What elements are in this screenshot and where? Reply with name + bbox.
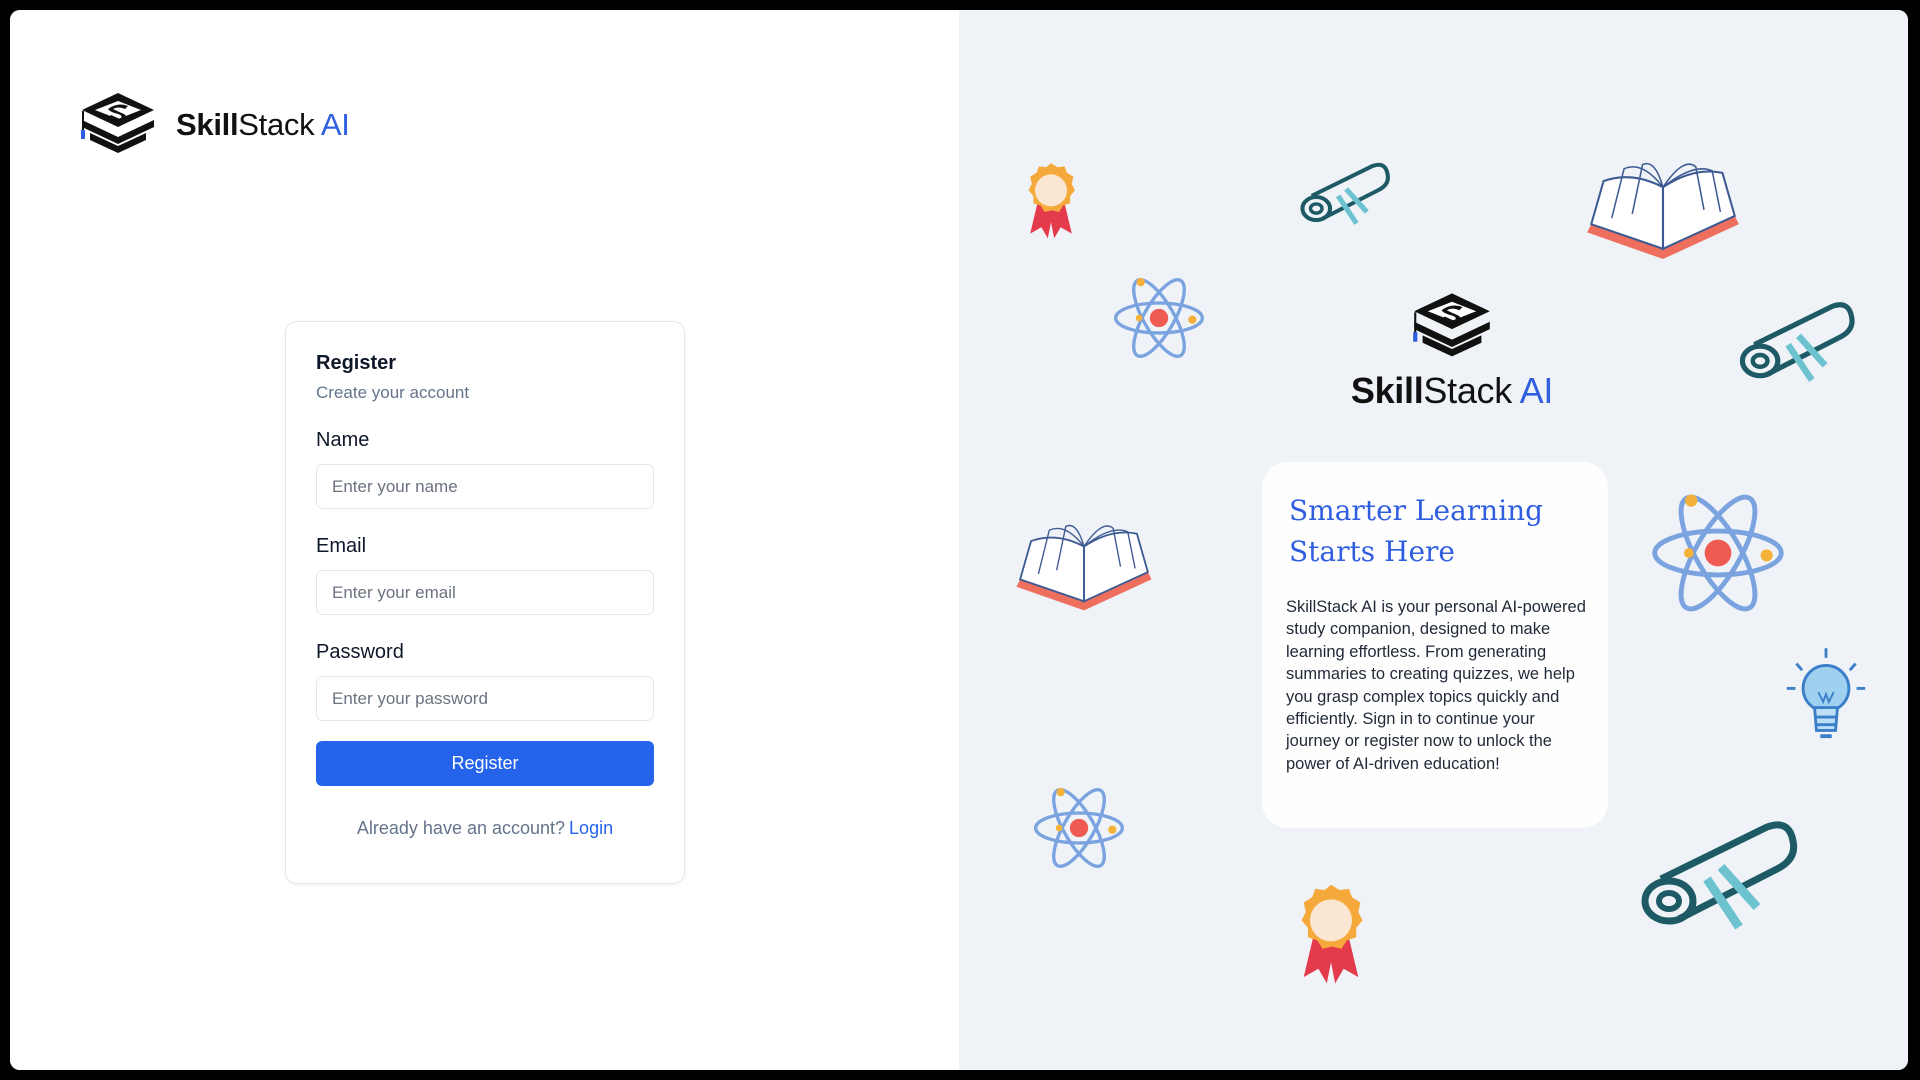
brand-header[interactable]: SkillStack AI xyxy=(78,90,350,160)
lightbulb-icon xyxy=(1783,644,1869,750)
name-field-group: Name xyxy=(316,429,654,509)
hero-brand-part3: AI xyxy=(1511,370,1554,411)
hero-brand-name: SkillStack AI xyxy=(1317,370,1587,412)
open-book-icon xyxy=(1011,520,1157,626)
email-label: Email xyxy=(316,535,367,557)
graduation-cap-stack-icon xyxy=(78,90,158,160)
register-button[interactable]: Register xyxy=(316,741,654,786)
hero-description: SkillStack AI is your personal AI-powere… xyxy=(1286,598,1586,773)
award-ribbon-icon xyxy=(1289,870,1373,996)
hero-title-line1: Smarter Learning xyxy=(1289,494,1544,527)
hero-brand: SkillStack AI xyxy=(1317,290,1587,412)
atom-icon xyxy=(1029,782,1129,874)
name-input[interactable] xyxy=(316,464,654,509)
brand-name-part2: Stack xyxy=(238,107,315,142)
brand-name: SkillStack AI xyxy=(176,107,350,143)
name-label: Name xyxy=(316,429,370,451)
register-card: Register Create your account Name Email … xyxy=(285,321,685,884)
password-input[interactable] xyxy=(316,676,654,721)
login-link[interactable]: Login xyxy=(569,818,613,838)
diploma-scroll-icon xyxy=(1299,158,1391,228)
diploma-scroll-icon xyxy=(1639,808,1799,940)
hero-title-line2: Starts Here xyxy=(1289,535,1455,568)
email-field-group: Email xyxy=(316,535,654,615)
hero-panel: SkillStack AI Smarter Learning Starts He… xyxy=(959,10,1908,1070)
graduation-cap-stack-icon xyxy=(1410,290,1494,364)
hero-title: Smarter Learning Starts Here xyxy=(1286,490,1586,572)
register-subtitle: Create your account xyxy=(316,383,470,402)
open-book-icon xyxy=(1581,158,1745,276)
atom-icon xyxy=(1645,486,1791,620)
diploma-scroll-icon xyxy=(1738,294,1856,388)
password-field-group: Password xyxy=(316,641,654,721)
login-prompt-text: Already have an account? xyxy=(356,818,566,838)
hero-brand-part1: Skill xyxy=(1350,370,1424,411)
login-prompt-row: Already have an account? Login xyxy=(316,818,654,839)
hero-info-card: Smarter Learning Starts Here SkillStack … xyxy=(1262,462,1608,828)
award-ribbon-icon xyxy=(1019,160,1083,240)
atom-icon xyxy=(1109,272,1209,364)
app-frame: SkillStack AI Register Create your accou… xyxy=(10,10,1908,1070)
hero-brand-part2: Stack xyxy=(1423,370,1512,411)
password-label: Password xyxy=(316,641,404,663)
email-input[interactable] xyxy=(316,570,654,615)
brand-name-part3: AI xyxy=(314,107,350,142)
brand-name-part1: Skill xyxy=(176,107,239,142)
auth-panel: SkillStack AI Register Create your accou… xyxy=(10,10,959,1070)
register-title: Register xyxy=(316,352,397,374)
